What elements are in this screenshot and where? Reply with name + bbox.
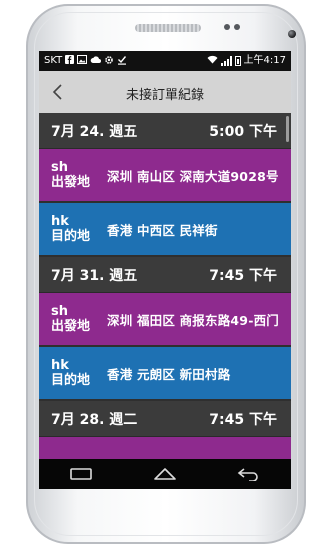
order-date: 7月 28. 週二 bbox=[51, 411, 138, 428]
destination-label: 目的地 bbox=[51, 229, 91, 244]
destination-row[interactable]: hk 目的地 香港 中西区 民祥街 bbox=[39, 203, 291, 257]
origin-address: 深圳 南山区 深南大道9028号 bbox=[107, 168, 279, 184]
order-date-header[interactable]: 7月 24. 週五 5:00 下午 bbox=[39, 113, 291, 149]
earpiece-speaker bbox=[135, 24, 201, 32]
recent-apps-button[interactable] bbox=[61, 462, 101, 486]
origin-row[interactable]: sh 出發地 深圳 南山区 深南大道9028号 bbox=[39, 149, 291, 203]
download-check-icon bbox=[117, 55, 127, 68]
origin-tag: sh 出發地 bbox=[39, 304, 101, 334]
battery-icon bbox=[234, 56, 241, 66]
origin-label: 出發地 bbox=[51, 175, 91, 190]
destination-tag: hk 目的地 bbox=[39, 358, 101, 388]
origin-row[interactable] bbox=[39, 437, 291, 459]
facebook-icon bbox=[65, 55, 75, 67]
destination-label: 目的地 bbox=[51, 373, 91, 388]
home-button[interactable] bbox=[145, 462, 185, 486]
screen: SKT 上午4:17 未接訂單紀錄 7月 24. 週五 5:00 下午 sh 出… bbox=[39, 51, 291, 489]
status-bar-left: SKT bbox=[44, 55, 127, 68]
destination-row[interactable]: hk 目的地 香港 元朗区 新田村路 bbox=[39, 347, 291, 401]
proximity-sensor bbox=[224, 24, 230, 30]
signal-icon bbox=[220, 56, 232, 66]
order-time: 7:45 下午 bbox=[209, 267, 277, 284]
destination-code: hk bbox=[51, 358, 69, 373]
origin-label: 出發地 bbox=[51, 319, 91, 334]
home-icon bbox=[154, 468, 176, 480]
origin-row[interactable]: sh 出發地 深圳 福田区 商报东路49-西门 bbox=[39, 293, 291, 347]
navigation-bar bbox=[39, 459, 291, 489]
status-bar-right: 上午4:17 bbox=[207, 55, 286, 67]
order-time: 7:45 下午 bbox=[209, 411, 277, 428]
scrollbar-thumb[interactable] bbox=[286, 116, 289, 142]
recent-apps-icon bbox=[70, 468, 92, 480]
status-bar: SKT 上午4:17 bbox=[39, 51, 291, 71]
wifi-icon bbox=[207, 55, 218, 67]
destination-address: 香港 元朗区 新田村路 bbox=[107, 366, 231, 382]
front-camera bbox=[288, 30, 296, 38]
destination-address: 香港 中西区 民祥街 bbox=[107, 222, 218, 238]
origin-address: 深圳 福田区 商报东路49-西门 bbox=[107, 312, 279, 328]
page-title: 未接訂單紀錄 bbox=[125, 88, 204, 103]
order-time: 5:00 下午 bbox=[209, 123, 277, 140]
destination-code: hk bbox=[51, 214, 69, 229]
light-sensor bbox=[234, 24, 240, 30]
settings-icon bbox=[104, 55, 114, 68]
origin-code: sh bbox=[51, 304, 68, 319]
status-time: 上午4:17 bbox=[243, 55, 286, 66]
order-date: 7月 31. 週五 bbox=[51, 267, 138, 284]
image-icon bbox=[77, 55, 88, 67]
app-bar: 未接訂單紀錄 bbox=[39, 71, 291, 113]
origin-tag: sh 出發地 bbox=[39, 160, 101, 190]
order-date: 7月 24. 週五 bbox=[51, 123, 138, 140]
order-date-header[interactable]: 7月 31. 週五 7:45 下午 bbox=[39, 257, 291, 293]
origin-code: sh bbox=[51, 160, 68, 175]
destination-tag: hk 目的地 bbox=[39, 214, 101, 244]
back-arrow-icon bbox=[237, 468, 258, 481]
back-nav-button[interactable] bbox=[229, 462, 269, 486]
order-date-header[interactable]: 7月 28. 週二 7:45 下午 bbox=[39, 401, 291, 437]
carrier-label: SKT bbox=[44, 55, 63, 66]
cloud-icon bbox=[90, 55, 102, 67]
order-list[interactable]: 7月 24. 週五 5:00 下午 sh 出發地 深圳 南山区 深南大道9028… bbox=[39, 113, 291, 459]
